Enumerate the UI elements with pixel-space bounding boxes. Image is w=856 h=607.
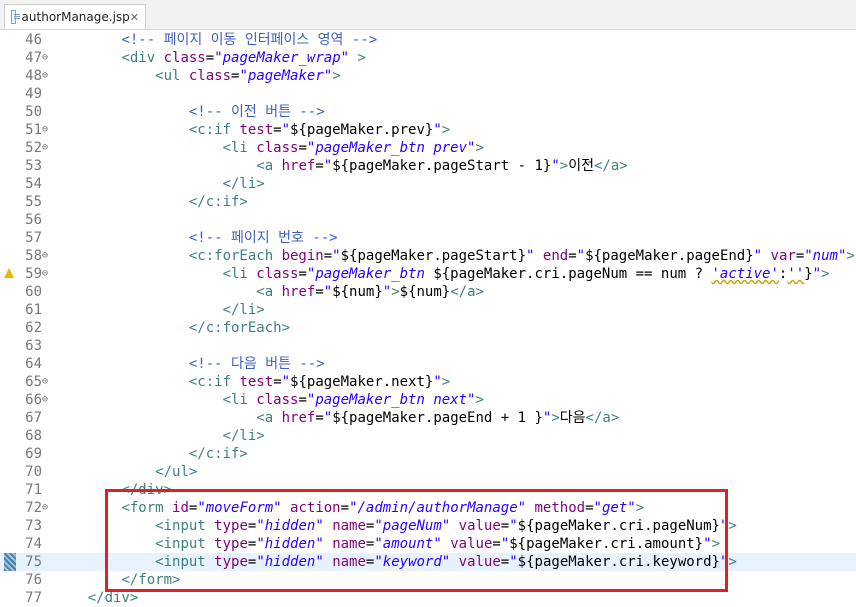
code-text: </li> <box>222 428 265 444</box>
code-line[interactable]: 48 ⊖ <ul class="pageMaker"> <box>0 67 856 85</box>
code-line[interactable]: 58 ⊖ <c:forEach begin="${pageMaker.pageSt… <box>0 247 856 265</box>
code-line[interactable]: 49 <box>0 85 856 103</box>
fold-toggle-icon[interactable]: ⊖ <box>42 121 53 139</box>
code-line[interactable]: 46 <!-- 페이지 이동 인터페이스 영역 --> <box>0 31 856 49</box>
fold-toggle-icon[interactable]: ⊖ <box>42 373 53 391</box>
code-text: <c:if test="${pageMaker.prev}"> <box>188 122 451 138</box>
fold-toggle-icon[interactable]: ⊖ <box>42 265 53 283</box>
code-text: </c:if> <box>188 446 248 462</box>
line-number: 50 <box>25 104 42 120</box>
code-line[interactable]: 65 ⊖ <c:if test="${pageMaker.next}"> <box>0 373 856 391</box>
line-number: 48 <box>25 68 42 84</box>
code-text: <a href="${pageMaker.pageStart - 1}">이전<… <box>256 158 628 174</box>
line-number: 53 <box>25 158 42 174</box>
code-line[interactable]: 66 ⊖ <li class="pageMaker_btn next"> <box>0 391 856 409</box>
fold-toggle-icon[interactable]: ⊖ <box>42 49 53 67</box>
code-line[interactable]: 70 </ul> <box>0 463 856 481</box>
code-line[interactable]: 61 </li> <box>0 301 856 319</box>
warning-icon[interactable] <box>4 268 14 278</box>
code-line[interactable]: 52 ⊖ <li class="pageMaker_btn prev"> <box>0 139 856 157</box>
code-text: <c:forEach begin="${pageMaker.pageStart}… <box>188 248 855 264</box>
code-line[interactable]: 51 ⊖ <c:if test="${pageMaker.prev}"> <box>0 121 856 139</box>
code-text: <div class="pageMaker_wrap" > <box>121 50 366 66</box>
editor-tab-bar: authorManage.jsp ✕ <box>0 0 856 30</box>
line-number: 60 <box>25 284 42 300</box>
code-line[interactable]: 67 <a href="${pageMaker.pageEnd + 1 }">다… <box>0 409 856 427</box>
code-line[interactable]: 57 <!-- 페이지 번호 --> <box>0 229 856 247</box>
line-number: 66 <box>25 392 42 408</box>
code-line[interactable]: 47 ⊖ <div class="pageMaker_wrap" > <box>0 49 856 67</box>
code-line[interactable]: 54 </li> <box>0 175 856 193</box>
code-line[interactable]: 68 </li> <box>0 427 856 445</box>
line-number: 58 <box>25 248 42 264</box>
fold-toggle-icon[interactable]: ⊖ <box>42 499 53 517</box>
fold-toggle-icon[interactable]: ⊖ <box>42 247 53 265</box>
line-number: 62 <box>25 320 42 336</box>
line-number: 46 <box>25 32 42 48</box>
code-line[interactable]: 63 <box>0 337 856 355</box>
code-line[interactable]: 60 <a href="${num}">${num}</a> <box>0 283 856 301</box>
line-number: 55 <box>25 194 42 210</box>
code-text: <a href="${pageMaker.pageEnd + 1 }">다음</… <box>256 410 620 426</box>
code-line[interactable]: 56 <box>0 211 856 229</box>
fold-toggle-icon[interactable]: ⊖ <box>42 67 53 85</box>
code-text: <!-- 페이지 이동 인터페이스 영역 --> <box>121 32 378 48</box>
fold-toggle-icon[interactable]: ⊖ <box>42 391 53 409</box>
code-line[interactable]: 59 ⊖ <li class="pageMaker_btn ${pageMaker… <box>0 265 856 283</box>
line-number: 63 <box>25 338 42 354</box>
line-number: 69 <box>25 446 42 462</box>
code-line[interactable]: 53 <a href="${pageMaker.pageStart - 1}">… <box>0 157 856 175</box>
line-number: 54 <box>25 176 42 192</box>
line-number: 64 <box>25 356 42 372</box>
code-line[interactable]: 62 </c:forEach> <box>0 319 856 337</box>
code-text: <li class="pageMaker_btn prev"> <box>222 140 484 156</box>
fold-toggle-icon[interactable]: ⊖ <box>42 139 53 157</box>
line-number: 75 <box>25 554 42 570</box>
line-number: 57 <box>25 230 42 246</box>
line-number: 76 <box>25 572 42 588</box>
line-number: 47 <box>25 50 42 66</box>
jsp-file-icon <box>11 10 20 24</box>
line-number: 77 <box>25 590 42 606</box>
line-number: 74 <box>25 536 42 552</box>
tab-label: authorManage.jsp <box>21 10 130 24</box>
code-line[interactable]: 69 </c:if> <box>0 445 856 463</box>
line-number: 52 <box>25 140 42 156</box>
code-text: <c:if test="${pageMaker.next}"> <box>188 374 451 390</box>
line-number: 72 <box>25 500 42 516</box>
code-text: <li class="pageMaker_btn next"> <box>222 392 484 408</box>
line-number: 59 <box>25 266 42 282</box>
code-text: </c:if> <box>188 194 248 210</box>
code-line[interactable]: 55 </c:if> <box>0 193 856 211</box>
line-number: 61 <box>25 302 42 318</box>
line-number: 67 <box>25 410 42 426</box>
code-text: <!-- 페이지 번호 --> <box>188 230 338 246</box>
line-number: 71 <box>25 482 42 498</box>
code-text: </li> <box>222 302 265 318</box>
code-line[interactable]: 50 <!-- 이전 버튼 --> <box>0 103 856 121</box>
close-icon[interactable]: ✕ <box>130 11 139 24</box>
editor-tab[interactable]: authorManage.jsp ✕ <box>4 4 146 29</box>
code-text: <!-- 다음 버튼 --> <box>188 356 325 372</box>
code-text: <li class="pageMaker_btn ${pageMaker.cri… <box>222 266 830 282</box>
line-number: 51 <box>25 122 42 138</box>
line-number: 56 <box>25 212 42 228</box>
highlight-box <box>105 489 728 592</box>
code-text: </li> <box>222 176 265 192</box>
code-text: <a href="${num}">${num}</a> <box>256 284 484 300</box>
line-number: 70 <box>25 464 42 480</box>
code-text: </ul> <box>155 464 198 480</box>
code-text: <ul class="pageMaker"> <box>155 68 341 84</box>
code-text: </c:forEach> <box>188 320 291 336</box>
line-number: 49 <box>25 86 42 102</box>
line-number: 73 <box>25 518 42 534</box>
code-line[interactable]: 64 <!-- 다음 버튼 --> <box>0 355 856 373</box>
line-number: 65 <box>25 374 42 390</box>
line-number: 68 <box>25 428 42 444</box>
code-text: <!-- 이전 버튼 --> <box>188 104 325 120</box>
